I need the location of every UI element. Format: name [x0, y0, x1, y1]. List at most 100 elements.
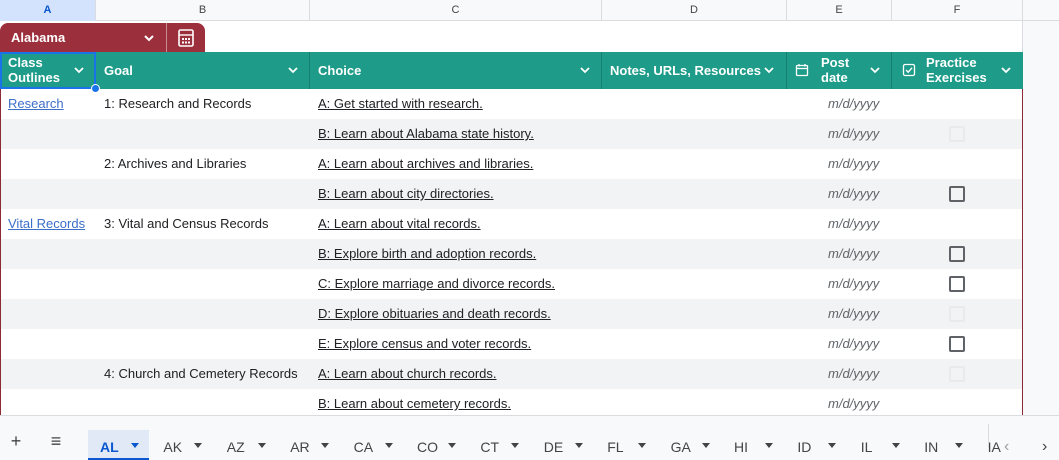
practice-checkbox[interactable]: [949, 336, 965, 352]
header-class-outlines[interactable]: Class Outlines: [0, 52, 96, 89]
scroll-tabs-left-icon[interactable]: ‹: [1004, 438, 1009, 456]
table-row: Research 1: Research and Records A: Get st…: [1, 89, 1022, 119]
choice-link[interactable]: B: Learn about Alabama state history.: [318, 119, 534, 149]
sheet-tab-fl[interactable]: FL: [595, 430, 656, 460]
caret-down-icon[interactable]: [131, 443, 139, 448]
practice-checkbox[interactable]: [949, 276, 965, 292]
caret-down-icon[interactable]: [511, 443, 520, 448]
class-outline-link[interactable]: Research: [8, 89, 64, 119]
practice-checkbox[interactable]: [949, 246, 965, 262]
table-name-chip[interactable]: Alabama: [0, 23, 205, 52]
sheet-tab-al[interactable]: AL: [88, 430, 149, 460]
choice-link[interactable]: A: Get started with research.: [318, 89, 483, 119]
chevron-down-icon[interactable]: [868, 63, 882, 77]
sheet-tab-ak[interactable]: AK: [151, 430, 212, 460]
sheet-tab-label: AK: [163, 439, 183, 455]
caret-down-icon[interactable]: [257, 443, 266, 448]
column-letter-b[interactable]: B: [96, 0, 310, 21]
choice-link[interactable]: D: Explore obituaries and death records.: [318, 299, 551, 329]
post-date-cell[interactable]: m/d/yyyy: [828, 269, 879, 299]
chevron-down-icon[interactable]: [140, 29, 158, 47]
header-post-date[interactable]: Post date: [787, 52, 892, 89]
post-date-cell[interactable]: m/d/yyyy: [828, 119, 879, 149]
column-letter-d[interactable]: D: [602, 0, 787, 21]
header-goal[interactable]: Goal: [96, 52, 310, 89]
scroll-tabs-right-icon[interactable]: ›: [1042, 438, 1047, 456]
caret-down-icon[interactable]: [955, 443, 964, 448]
caret-down-icon[interactable]: [448, 443, 456, 448]
caret-down-icon[interactable]: [701, 443, 710, 448]
post-date-cell[interactable]: m/d/yyyy: [828, 329, 879, 359]
sheet-tab-il[interactable]: IL: [849, 430, 910, 460]
post-date-cell[interactable]: m/d/yyyy: [828, 149, 879, 179]
choice-link[interactable]: B: Explore birth and adoption records.: [318, 239, 536, 269]
sheet-tab-ar[interactable]: AR: [278, 430, 339, 460]
caret-down-icon[interactable]: [321, 443, 330, 448]
choice-link[interactable]: A: Learn about archives and libraries.: [318, 149, 533, 179]
column-letter-e[interactable]: E: [787, 0, 892, 21]
sheet-tab-label: AL: [100, 439, 119, 455]
chevron-down-icon[interactable]: [999, 63, 1013, 77]
sheet-tab-in[interactable]: IN: [912, 430, 973, 460]
practice-checkbox[interactable]: [949, 306, 965, 322]
caret-down-icon[interactable]: [891, 443, 900, 448]
header-class-outlines-line1: Class: [8, 55, 43, 70]
chevron-down-icon[interactable]: [578, 63, 592, 77]
caret-down-icon[interactable]: [765, 443, 773, 448]
column-letter-c[interactable]: C: [310, 0, 602, 21]
sheet-tab-ct[interactable]: CT: [468, 430, 529, 460]
header-choice[interactable]: Choice: [310, 52, 602, 89]
caret-down-icon[interactable]: [638, 443, 647, 448]
choice-link[interactable]: E: Explore census and voter records.: [318, 329, 531, 359]
post-date-cell[interactable]: m/d/yyyy: [828, 239, 879, 269]
sheet-tab-label: GA: [670, 439, 691, 455]
choice-link[interactable]: A: Learn about vital records.: [318, 209, 481, 239]
chevron-down-icon[interactable]: [762, 63, 776, 77]
table-row: B: Learn about city directories. m/d/yyyy: [1, 179, 1022, 209]
class-outline-link[interactable]: Vital Records: [8, 209, 85, 239]
table-row: D: Explore obituaries and death records.…: [1, 299, 1022, 329]
header-goal-label: Goal: [104, 63, 133, 78]
post-date-cell[interactable]: m/d/yyyy: [828, 179, 879, 209]
practice-checkbox[interactable]: [949, 126, 965, 142]
caret-down-icon[interactable]: [194, 443, 203, 448]
chevron-down-icon[interactable]: [286, 63, 300, 77]
header-practice-exercises[interactable]: Practice Exercises: [892, 52, 1023, 89]
goal-cell: 2: Archives and Libraries: [104, 156, 247, 171]
sheet-tab-co[interactable]: CO: [405, 430, 466, 460]
sheet-tab-id[interactable]: ID: [785, 430, 846, 460]
sheet-tab-ca[interactable]: CA: [342, 430, 403, 460]
sheet-tab-de[interactable]: DE: [532, 430, 593, 460]
sheet-tab-label: IN: [924, 439, 939, 455]
choice-link[interactable]: A: Learn about church records.: [318, 359, 497, 389]
add-sheet-icon[interactable]: +: [6, 431, 26, 451]
caret-down-icon[interactable]: [384, 443, 393, 448]
header-post-date-line2: date: [821, 70, 848, 85]
practice-checkbox[interactable]: [949, 186, 965, 202]
choice-link[interactable]: B: Learn about city directories.: [318, 179, 494, 209]
post-date-cell[interactable]: m/d/yyyy: [828, 359, 879, 389]
sheet-tab-hi[interactable]: HI: [722, 430, 783, 460]
table-row: Vital Records 3: Vital and Census Records…: [1, 209, 1022, 239]
column-letter-f[interactable]: F: [892, 0, 1023, 21]
post-date-cell[interactable]: m/d/yyyy: [828, 89, 879, 119]
caret-down-icon[interactable]: [574, 443, 583, 448]
sheet-tab-label: IL: [860, 439, 873, 455]
practice-checkbox[interactable]: [949, 366, 965, 382]
header-practice-line1: Practice: [926, 55, 977, 70]
caret-down-icon[interactable]: [828, 443, 837, 448]
sheet-tab-ga[interactable]: GA: [659, 430, 720, 460]
all-sheets-menu-icon[interactable]: ≡: [46, 431, 66, 451]
header-notes[interactable]: Notes, URLs, Resources: [602, 52, 787, 89]
column-header-strip: A B C D E F: [0, 0, 1059, 21]
table-row: B: Explore birth and adoption records. m/…: [1, 239, 1022, 269]
chevron-down-icon[interactable]: [72, 63, 86, 77]
sheet-tab-az[interactable]: AZ: [215, 430, 276, 460]
header-notes-label: Notes, URLs, Resources: [610, 63, 761, 78]
table-calculator-icon[interactable]: [176, 28, 196, 48]
column-letter-a[interactable]: A: [0, 0, 96, 21]
post-date-cell[interactable]: m/d/yyyy: [828, 299, 879, 329]
choice-link[interactable]: C: Explore marriage and divorce records.: [318, 269, 555, 299]
post-date-cell[interactable]: m/d/yyyy: [828, 209, 879, 239]
goal-cell: 3: Vital and Census Records: [104, 216, 269, 231]
